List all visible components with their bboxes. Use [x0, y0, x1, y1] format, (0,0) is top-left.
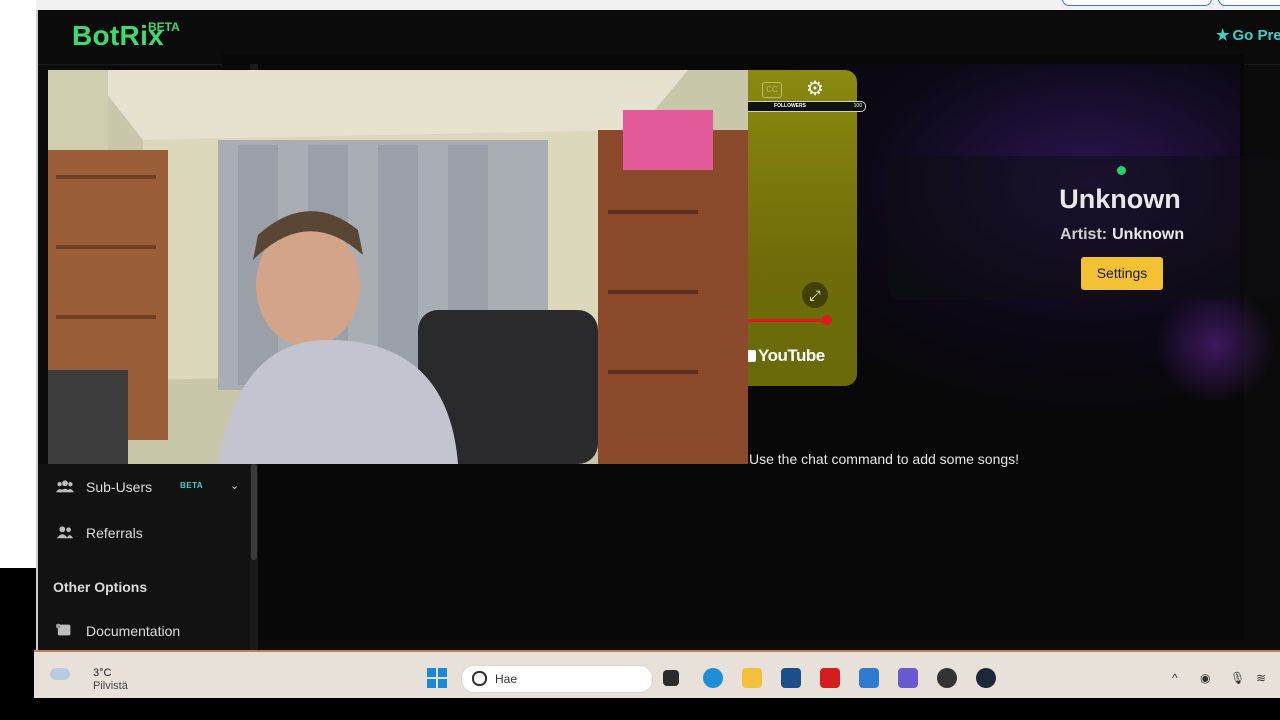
webcam-feed-image [48, 70, 748, 464]
search-placeholder: Hae [495, 672, 518, 686]
sidebar-item-referrals[interactable]: Referrals [38, 519, 250, 547]
artist-value: Unknown [1112, 226, 1185, 243]
fullscreen-expand-icon[interactable]: ⤢ [802, 282, 828, 308]
youtube-logo-text: YouTube [758, 346, 825, 365]
file-explorer-icon[interactable] [742, 668, 762, 688]
queue-empty-text: Use the chat command to add some songs! [749, 451, 1020, 467]
outlook-icon[interactable] [859, 668, 879, 688]
microphone-icon[interactable]: 🎙 [1230, 671, 1245, 685]
weather-temp: 3°C [93, 667, 112, 679]
edge-browser-icon[interactable] [703, 668, 723, 688]
beta-badge: BETA [180, 481, 204, 490]
sidebar-item-label: Sub-Users [86, 479, 153, 495]
artist-label: Artist: [1060, 226, 1108, 243]
background-glow-corner [1150, 290, 1280, 400]
wifi-icon[interactable]: ≋ [1256, 671, 1266, 685]
windows-taskbar: 3°C Pilvistä Hae ^ ◉ 🎙 ≋ [34, 650, 1280, 698]
artist-row: Artist: Unknown [1060, 226, 1184, 244]
queue-empty-message: › Use the chat command to add some songs… [735, 451, 1020, 467]
logo-beta-badge: BETA [148, 20, 180, 34]
store-icon[interactable] [781, 668, 801, 688]
task-view-icon[interactable] [663, 670, 679, 686]
star-icon: ★ [1216, 27, 1230, 44]
sidebar: Sub-Users BETA ⌄ Referrals Other Options… [38, 464, 250, 650]
player-progress-bar[interactable] [747, 319, 827, 322]
weather-desc: Pilvistä [93, 680, 128, 692]
sidebar-scrollbar-thumb[interactable] [251, 464, 257, 560]
sidebar-section-title: Other Options [53, 579, 148, 595]
desktop-left-strip [0, 0, 40, 568]
sidebar-item-label: Documentation [86, 623, 181, 639]
go-premium-link[interactable]: ★Go Premium [1216, 26, 1280, 44]
search-icon [472, 671, 487, 686]
go-premium-label: Go Premium [1232, 27, 1280, 44]
followers-max: 100 [853, 103, 862, 109]
taskbar-search[interactable]: Hae [461, 665, 653, 693]
steam-icon[interactable] [976, 668, 996, 688]
song-title: Unknown [964, 184, 1280, 215]
teams-icon[interactable] [898, 668, 918, 688]
sidebar-item-sub-users[interactable]: Sub-Users BETA ⌄ [38, 473, 250, 501]
youtube-player[interactable] [747, 70, 857, 386]
users-icon [56, 480, 74, 493]
youtube-logo[interactable]: YouTube [746, 346, 825, 366]
player-progress-handle[interactable] [822, 315, 832, 325]
browser-toolbar-button[interactable] [1218, 0, 1280, 6]
cloud-icon [50, 668, 70, 680]
windows-start-icon[interactable] [427, 668, 447, 688]
obs-icon[interactable] [937, 668, 957, 688]
settings-button[interactable]: Settings [1081, 257, 1163, 290]
chevron-down-icon[interactable]: ⌄ [230, 479, 239, 492]
captions-button[interactable]: CC [762, 82, 782, 98]
sidebar-item-label: Referrals [86, 525, 143, 541]
browser-toolbar-button[interactable] [1062, 0, 1212, 6]
screen-bottom-border [0, 698, 1280, 720]
player-settings-gear-icon[interactable]: ⚙ [804, 78, 826, 100]
sidebar-item-documentation[interactable]: Documentation [38, 617, 250, 645]
app-l-icon[interactable] [820, 668, 840, 688]
webcam-overlay [48, 70, 748, 464]
weather-widget[interactable]: 3°C Pilvistä [48, 662, 128, 692]
scroll-icon [56, 623, 71, 636]
status-dot [1117, 166, 1126, 175]
song-title-text: Unknown [1059, 184, 1181, 214]
desktop-left-dark [0, 568, 34, 698]
network-status-icon[interactable]: ◉ [1200, 671, 1210, 685]
user-friends-icon [56, 526, 74, 539]
chevron-up-icon[interactable]: ^ [1172, 671, 1178, 685]
